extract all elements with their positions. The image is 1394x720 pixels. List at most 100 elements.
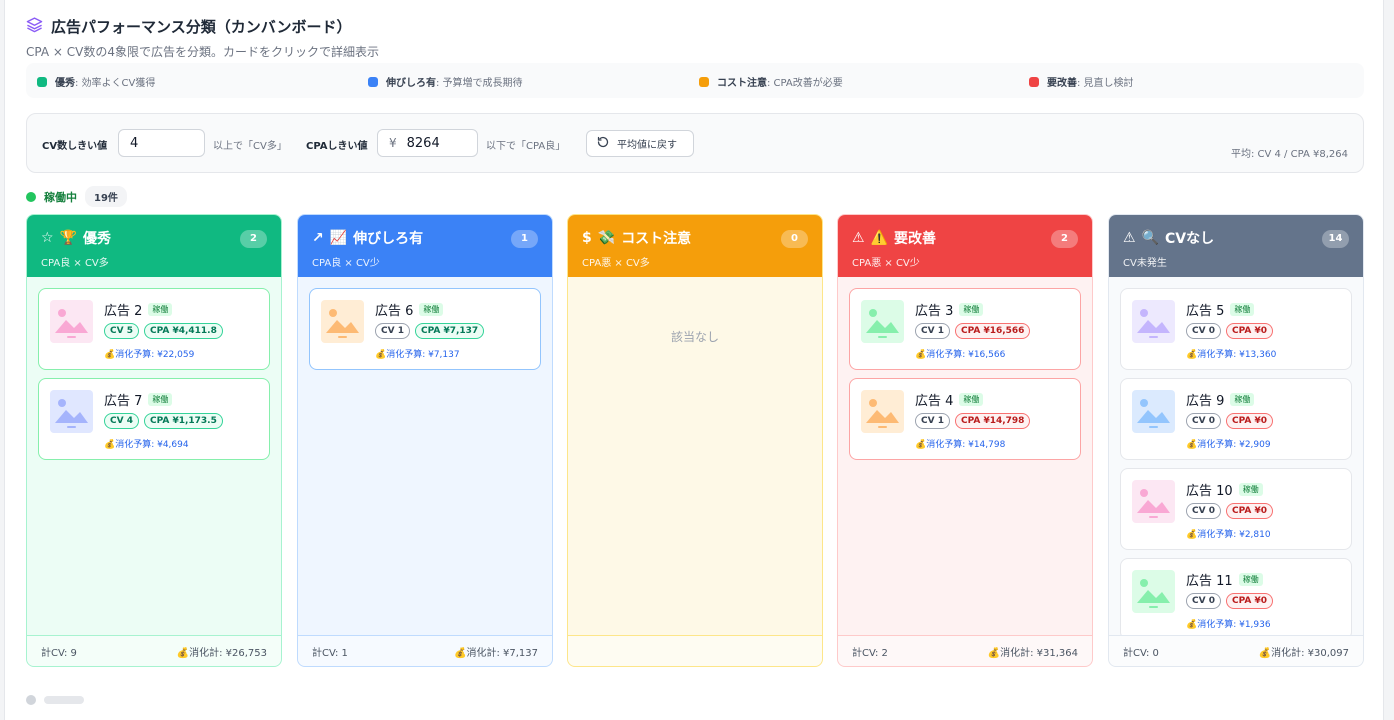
legend-desc: : 見直し検討: [1077, 78, 1134, 89]
ad-name: 広告 2: [104, 304, 143, 319]
total-cost: 💰消化計: ¥26,753: [176, 647, 267, 659]
legend-desc: : 効率よくCV獲得: [75, 78, 156, 89]
ad-card[interactable]: 広告 4 稼働 CV 1 CPA ¥14,798 💰消化予算: ¥14,798: [849, 378, 1081, 460]
ad-card[interactable]: 広告 5 稼働 CV 0 CPA ¥0 💰消化予算: ¥13,360: [1120, 288, 1352, 370]
column-body: 該当なし: [568, 277, 822, 635]
ad-card[interactable]: 広告 6 稼働 CV 1 CPA ¥7,137 💰消化予算: ¥7,137: [309, 288, 541, 370]
cv-badge: CV 1: [915, 413, 950, 429]
column-count-badge: 1: [511, 230, 538, 248]
budget-text: 💰消化予算: ¥16,566: [915, 350, 1006, 360]
legend-label: 要改善: [1047, 78, 1077, 89]
column-body: 広告 2 稼働 CV 5 CPA ¥4,411.8 💰消化予算: ¥22,059 広告 7…: [27, 277, 281, 635]
metric-badges: CV 1 CPA ¥14,798: [915, 413, 1031, 429]
ad-thumbnail-icon: [861, 390, 904, 433]
column-icon: $: [582, 230, 592, 246]
ad-card[interactable]: 広告 10 稼働 CV 0 CPA ¥0 💰消化予算: ¥2,810: [1120, 468, 1352, 550]
column-count-badge: 2: [240, 230, 267, 248]
metric-badges: CV 1 CPA ¥16,566: [915, 323, 1031, 339]
column-subtitle: CPA良 × CV多: [41, 258, 109, 269]
legend-swatch: [37, 76, 47, 87]
column-title: 要改善: [894, 231, 936, 247]
page-subtitle: CPA × CV数の4象限で広告を分類。カードをクリックで詳細表示: [26, 45, 379, 59]
column-subtitle: CPA悪 × CV少: [852, 258, 920, 269]
ad-card[interactable]: 広告 11 稼働 CV 0 CPA ¥0 💰消化予算: ¥1,936: [1120, 558, 1352, 635]
total-cv: 計CV: 0: [1123, 647, 1159, 659]
status-badge: 稼働: [148, 303, 173, 316]
metric-badges: CV 0 CPA ¥0: [1186, 503, 1273, 519]
legend-item-improve: 要改善: 見直し検討: [1029, 74, 1134, 89]
legend-swatch: [699, 76, 709, 87]
ad-thumbnail-icon: [321, 300, 364, 343]
cpa-badge: CPA ¥7,137: [414, 323, 485, 339]
total-cost: 💰消化計: ¥31,364: [987, 647, 1078, 659]
kanban-column: ⚠ 🔍 CVなし CV未発生 14 広告 5 稼働 CV 0 CPA ¥0 💰消化予算: ¥13,…: [1108, 214, 1364, 667]
next-section-stub: [26, 695, 84, 705]
yen-prefix: ¥: [389, 136, 397, 150]
total-cv: 計CV: 2: [852, 647, 888, 659]
cpa-badge: CPA ¥14,798: [954, 413, 1031, 429]
status-badge: 稼働: [959, 303, 984, 316]
column-icon: ☆: [41, 230, 54, 246]
ad-name-row: 広告 10 稼働: [1186, 480, 1263, 499]
cv-badge: CV 1: [375, 323, 410, 339]
reset-average-button[interactable]: 平均値に戻す: [586, 130, 694, 157]
column-icon: ↗: [312, 230, 324, 246]
column-body: 広告 6 稼働 CV 1 CPA ¥7,137 💰消化予算: ¥7,137: [298, 277, 552, 635]
budget-text: 💰消化予算: ¥13,360: [1186, 350, 1277, 360]
ad-card[interactable]: 広告 2 稼働 CV 5 CPA ¥4,411.8 💰消化予算: ¥22,059: [38, 288, 270, 370]
average-summary: 平均: CV 4 / CPA ¥8,264: [1230, 149, 1348, 160]
column-icon: ⚠: [852, 230, 865, 246]
kanban-column: ↗ 📈 伸びしろ有 CPA良 × CV少 1 広告 6 稼働 CV 1 CPA ¥7,137 💰消…: [297, 214, 553, 667]
column-header: ⚠ ⚠️ 要改善 CPA悪 × CV少 2: [838, 215, 1092, 277]
column-emoji: 📈: [329, 230, 348, 246]
title-row: 広告パフォーマンス分類（カンバンボード）: [26, 16, 379, 37]
ad-card[interactable]: 広告 9 稼働 CV 0 CPA ¥0 💰消化予算: ¥2,909: [1120, 378, 1352, 460]
column-header: ☆ 🏆 優秀 CPA良 × CV多 2: [27, 215, 281, 277]
cv-badge: CV 4: [104, 413, 139, 429]
legend-swatch: [368, 76, 378, 87]
budget-text: 💰消化予算: ¥22,059: [104, 350, 195, 360]
active-status-dot: [26, 191, 36, 202]
column-subtitle: CPA悪 × CV多: [582, 258, 650, 269]
column-count-badge: 14: [1322, 230, 1349, 248]
ad-card[interactable]: 広告 3 稼働 CV 1 CPA ¥16,566 💰消化予算: ¥16,566: [849, 288, 1081, 370]
cv-threshold-input[interactable]: 4: [118, 129, 205, 157]
column-title-row: $ 💸 コスト注意: [582, 228, 808, 248]
cv-badge: CV 0: [1186, 593, 1221, 609]
column-header: $ 💸 コスト注意 CPA悪 × CV多 0: [568, 215, 822, 277]
status-badge: 稼働: [1230, 303, 1255, 316]
total-cv: 計CV: 9: [41, 647, 77, 659]
cpa-badge: CPA ¥16,566: [954, 323, 1031, 339]
column-header: ↗ 📈 伸びしろ有 CPA良 × CV少 1: [298, 215, 552, 277]
legend-item-growth: 伸びしろ有: 予算増で成長期待: [368, 74, 523, 89]
column-count-badge: 2: [1051, 230, 1078, 248]
page-title: 広告パフォーマンス分類（カンバンボード）: [51, 18, 352, 36]
legend-desc: : 予算増で成長期待: [436, 78, 523, 89]
cpa-threshold-input[interactable]: ¥ 8264: [377, 129, 478, 157]
metric-badges: CV 1 CPA ¥7,137: [375, 323, 485, 339]
column-emoji: 🏆: [59, 230, 77, 246]
cpa-badge: CPA ¥0: [1225, 413, 1273, 429]
ad-thumbnail-icon: [1132, 570, 1175, 613]
section-label: 稼働中: [44, 190, 77, 204]
kanban-column: ⚠ ⚠️ 要改善 CPA悪 × CV少 2 広告 3 稼働 CV 1 CPA ¥16,566 💰消…: [837, 214, 1093, 667]
column-title-row: ⚠ ⚠️ 要改善: [852, 228, 1078, 248]
empty-state: 該当なし: [670, 330, 719, 344]
legend: 優秀: 効率よくCV獲得 伸びしろ有: 予算増で成長期待 コスト注意: CPA改…: [26, 63, 1364, 98]
total-cost: 💰消化計: ¥30,097: [1258, 647, 1349, 659]
refresh-icon: [597, 136, 609, 151]
status-badge: 稼働: [959, 393, 984, 406]
section-active: 稼働中 19件: [26, 186, 127, 207]
budget-text: 💰消化予算: ¥14,798: [915, 440, 1006, 450]
cpa-threshold-value: 8264: [406, 135, 440, 151]
cpa-threshold-label: CPAしきい値: [306, 141, 368, 152]
cv-badge: CV 0: [1186, 503, 1221, 519]
column-body: 広告 3 稼働 CV 1 CPA ¥16,566 💰消化予算: ¥16,566 広告 4稼…: [838, 277, 1092, 635]
column-header: ⚠ 🔍 CVなし CV未発生 14: [1109, 215, 1363, 277]
column-footer: [568, 635, 822, 666]
status-badge: 稼働: [1238, 483, 1263, 496]
kanban-column: ☆ 🏆 優秀 CPA良 × CV多 2 広告 2 稼働 CV 5 CPA ¥4,411.8 💰消化…: [26, 214, 282, 667]
ad-name-row: 広告 4 稼働: [915, 390, 984, 409]
ad-card[interactable]: 広告 7 稼働 CV 4 CPA ¥1,173.5 💰消化予算: ¥4,694: [38, 378, 270, 460]
page: 広告パフォーマンス分類（カンバンボード） CPA × CV数の4象限で広告を分類…: [4, 0, 1384, 720]
